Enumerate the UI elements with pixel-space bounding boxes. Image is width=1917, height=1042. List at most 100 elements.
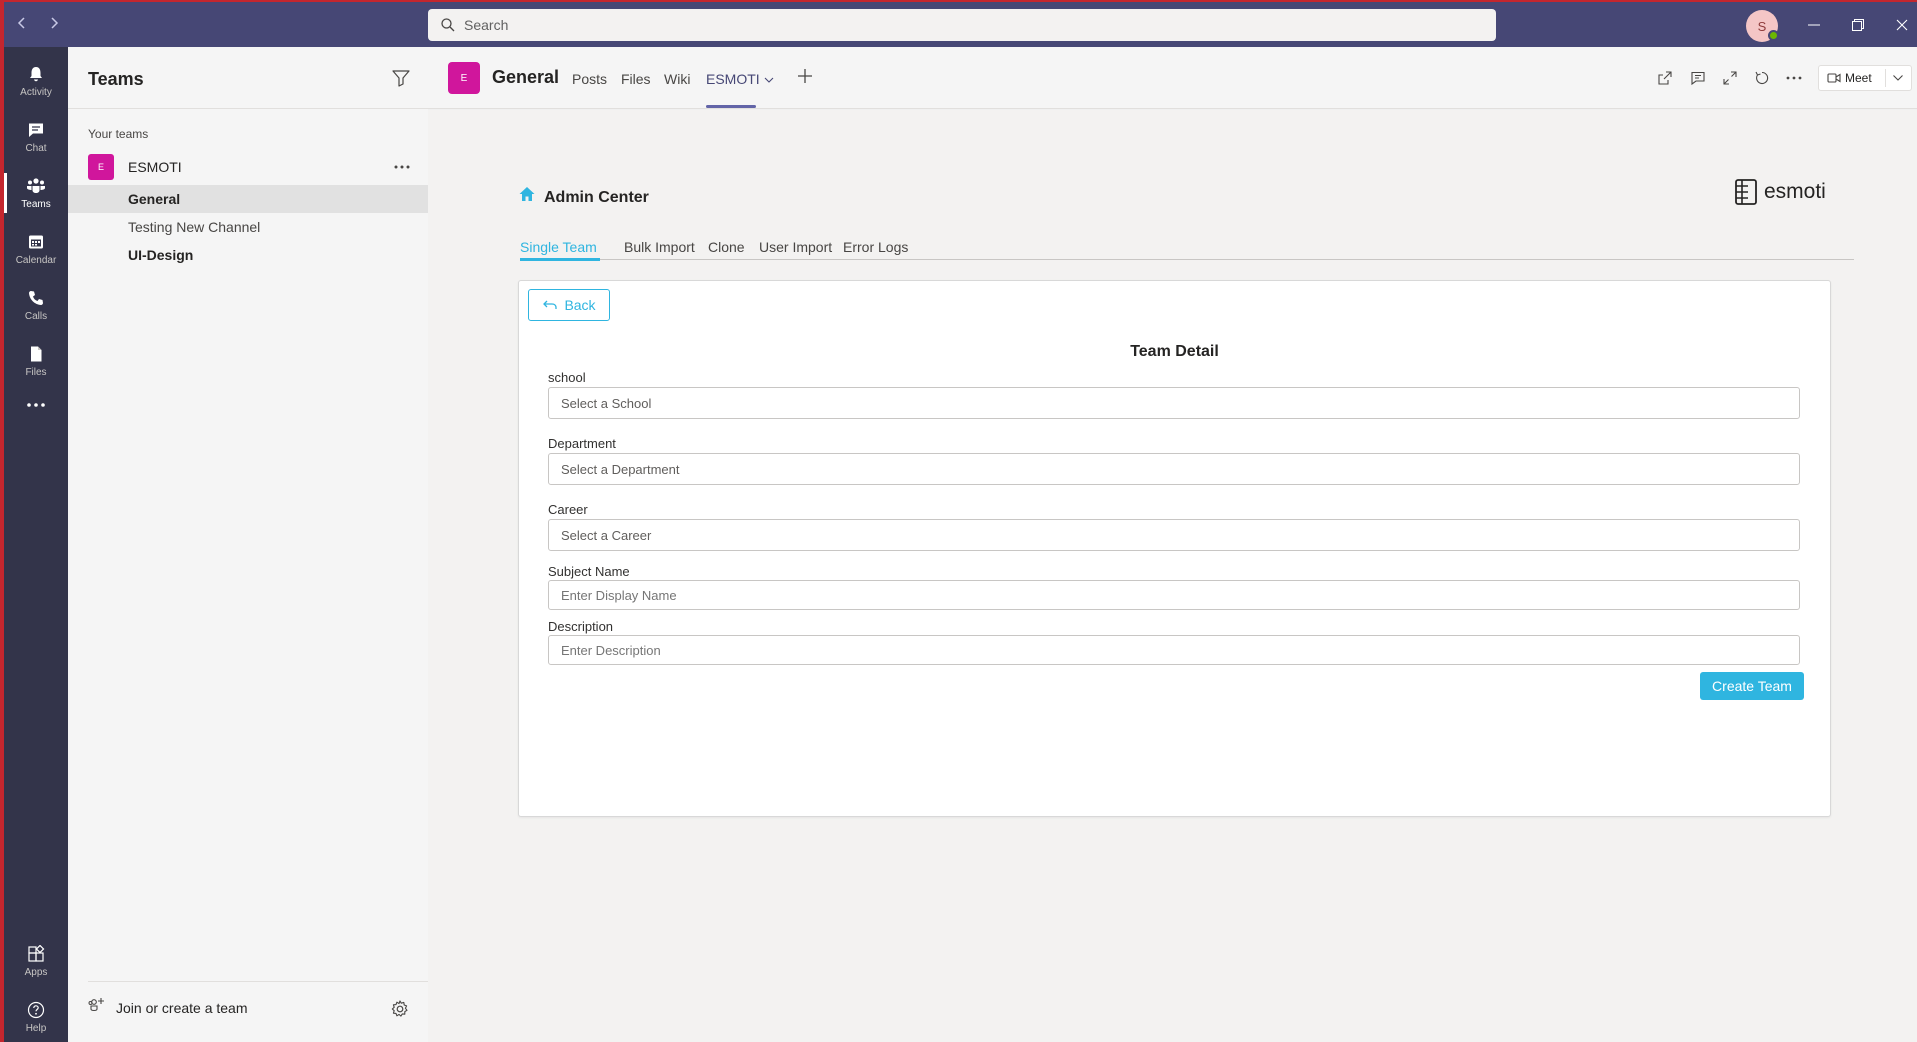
rail-item-apps[interactable]: Apps xyxy=(4,933,68,989)
search-placeholder: Search xyxy=(464,17,509,33)
description-placeholder: Enter Description xyxy=(561,642,661,658)
tab-files[interactable]: Files xyxy=(621,71,651,87)
career-select[interactable]: Select a Career xyxy=(548,519,1800,551)
rail-label: Activity xyxy=(20,87,52,98)
rail-item-calls[interactable]: Calls xyxy=(4,277,68,333)
minimize-icon[interactable] xyxy=(1801,12,1827,38)
subject-name-field[interactable]: Enter Display Name xyxy=(548,580,1800,610)
back-button[interactable]: Back xyxy=(528,289,610,321)
refresh-icon[interactable] xyxy=(1750,66,1774,90)
join-team-icon xyxy=(88,997,106,1018)
brand-name: esmoti xyxy=(1764,180,1826,203)
join-create-team-button[interactable]: Join or create a team xyxy=(88,997,248,1018)
rail-item-help[interactable]: Help xyxy=(4,989,68,1042)
chevron-down-icon[interactable] xyxy=(1892,74,1904,82)
tab-wiki[interactable]: Wiki xyxy=(664,71,690,87)
forward-arrow-icon[interactable] xyxy=(46,13,62,33)
close-icon[interactable] xyxy=(1889,12,1915,38)
back-arrow-icon xyxy=(542,299,558,311)
page-title: Admin Center xyxy=(544,189,649,206)
section-label: Your teams xyxy=(88,127,149,141)
channel-label: Testing New Channel xyxy=(128,219,261,235)
rail-item-activity[interactable]: Activity xyxy=(4,53,68,109)
school-label: school xyxy=(548,370,586,385)
tab-error-logs[interactable]: Error Logs xyxy=(843,239,908,255)
bell-icon xyxy=(26,64,46,84)
add-tab-icon[interactable] xyxy=(792,63,818,89)
channel-item-ui-design[interactable]: UI-Design xyxy=(68,241,428,269)
video-camera-icon xyxy=(1827,72,1841,84)
chat-icon xyxy=(26,120,46,140)
rail-label: Chat xyxy=(25,143,47,154)
rail-item-files[interactable]: Files xyxy=(4,333,68,389)
divider xyxy=(88,981,428,982)
channel-team-avatar: E xyxy=(448,62,480,94)
rail-item-chat[interactable]: Chat xyxy=(4,109,68,165)
history-nav xyxy=(14,13,62,33)
team-name: ESMOTI xyxy=(128,159,182,175)
tab-bulk-import[interactable]: Bulk Import xyxy=(624,239,695,255)
channel-item-testing-new-channel[interactable]: Testing New Channel xyxy=(68,213,428,241)
school-select[interactable]: Select a School xyxy=(548,387,1800,419)
department-select[interactable]: Select a Department xyxy=(548,453,1800,485)
school-select-value: Select a School xyxy=(561,395,652,411)
tab-posts[interactable]: Posts xyxy=(572,71,607,87)
description-field[interactable]: Enter Description xyxy=(548,635,1800,665)
more-options-icon[interactable] xyxy=(390,155,414,179)
rail-label: Teams xyxy=(21,199,51,210)
apps-icon xyxy=(26,944,46,964)
tab-label: Single Team xyxy=(520,239,597,255)
esmoti-logo-icon xyxy=(1734,178,1758,206)
channel-header: E General Posts Files Wiki ESMOTI Meet xyxy=(428,47,1917,109)
back-arrow-icon[interactable] xyxy=(14,13,30,33)
presence-status-icon xyxy=(1768,30,1779,41)
team-item-esmoti[interactable]: E ESMOTI xyxy=(68,151,428,183)
more-options-icon[interactable] xyxy=(1782,66,1806,90)
app-rail: Activity Chat Teams Calendar Calls Files xyxy=(4,47,68,1042)
rail-label: Calendar xyxy=(15,255,57,266)
description-label: Description xyxy=(548,619,614,634)
filter-icon[interactable] xyxy=(390,67,412,89)
meet-label: Meet xyxy=(1845,71,1872,85)
join-create-team-label: Join or create a team xyxy=(116,999,248,1016)
tab-clone[interactable]: Clone xyxy=(708,239,745,255)
rail-item-teams[interactable]: Teams xyxy=(4,165,68,221)
career-select-value: Select a Career xyxy=(561,527,652,543)
pop-out-icon[interactable] xyxy=(1653,66,1677,90)
meet-button[interactable]: Meet xyxy=(1818,65,1912,91)
tab-user-import[interactable]: User Import xyxy=(759,239,832,255)
expand-icon[interactable] xyxy=(1718,66,1742,90)
rail-label: Help xyxy=(25,1023,47,1034)
rail-item-calendar[interactable]: Calendar xyxy=(4,221,68,277)
restore-icon[interactable] xyxy=(1845,12,1871,38)
conversation-icon[interactable] xyxy=(1686,66,1710,90)
rail-label: Calls xyxy=(24,311,48,322)
team-detail-card: Back Team Detail school Select a School … xyxy=(518,280,1831,817)
title-bar: Search S xyxy=(4,2,1917,47)
channel-label: UI-Design xyxy=(128,247,194,263)
chevron-down-icon xyxy=(764,71,774,87)
panel-title: Teams xyxy=(88,69,144,89)
home-icon[interactable] xyxy=(518,185,536,203)
tab-single-team[interactable]: Single Team xyxy=(520,239,597,255)
teams-icon xyxy=(26,176,46,196)
subject-name-label: Subject Name xyxy=(548,564,630,579)
tab-esmoti-label: ESMOTI xyxy=(706,71,760,87)
tab-esmoti[interactable]: ESMOTI xyxy=(706,71,774,87)
search-input[interactable]: Search xyxy=(428,9,1496,41)
rail-label: Apps xyxy=(24,967,48,978)
create-team-button[interactable]: Create Team xyxy=(1700,672,1804,700)
career-label: Career xyxy=(548,502,588,517)
admin-tabs: Single Team Bulk Import Clone User Impor… xyxy=(520,230,1854,261)
phone-icon xyxy=(26,288,46,308)
channel-item-general[interactable]: General xyxy=(68,185,428,213)
active-tab-indicator xyxy=(706,105,756,108)
more-icon xyxy=(26,395,46,415)
gear-icon[interactable] xyxy=(390,999,410,1019)
card-title: Team Detail xyxy=(1130,343,1219,360)
department-select-value: Select a Department xyxy=(561,461,680,477)
department-label: Department xyxy=(548,436,616,451)
channel-label: General xyxy=(128,191,181,207)
rail-more-button[interactable] xyxy=(4,385,68,425)
back-label: Back xyxy=(564,297,596,313)
